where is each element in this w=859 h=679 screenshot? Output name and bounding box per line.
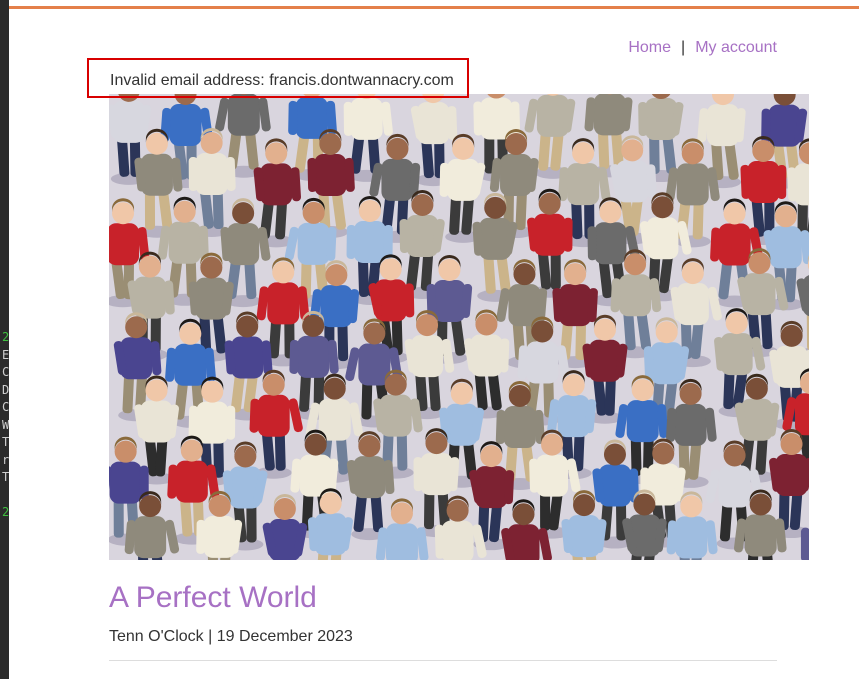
post-author: Tenn O'Clock bbox=[109, 628, 204, 645]
hero-illustration bbox=[109, 94, 809, 560]
post-divider bbox=[109, 660, 777, 661]
nav-my-account-link[interactable]: My account bbox=[695, 39, 777, 56]
top-accent-bar bbox=[9, 6, 859, 9]
nav-separator: | bbox=[681, 39, 686, 56]
top-navigation: Home | My account bbox=[628, 39, 777, 57]
left-window-edge: 2ECDCWTrT 2 bbox=[0, 0, 9, 679]
left-edge-text-fragments: 2ECDCWTrT 2 bbox=[2, 330, 9, 519]
blog-page: Home | My account Invalid email address: f… bbox=[9, 0, 859, 679]
post-title: A Perfect World bbox=[109, 581, 317, 614]
byline-separator: | bbox=[208, 628, 213, 645]
post-byline: Tenn O'Clock | 19 December 2023 bbox=[109, 628, 353, 646]
post-date: 19 December 2023 bbox=[216, 628, 353, 645]
invalid-email-alert: Invalid email address: francis.dontwanna… bbox=[87, 58, 469, 98]
alert-message: Invalid email address: francis.dontwanna… bbox=[110, 72, 454, 89]
crowd-of-people-walking-image bbox=[109, 94, 809, 560]
nav-home-link[interactable]: Home bbox=[628, 39, 671, 56]
